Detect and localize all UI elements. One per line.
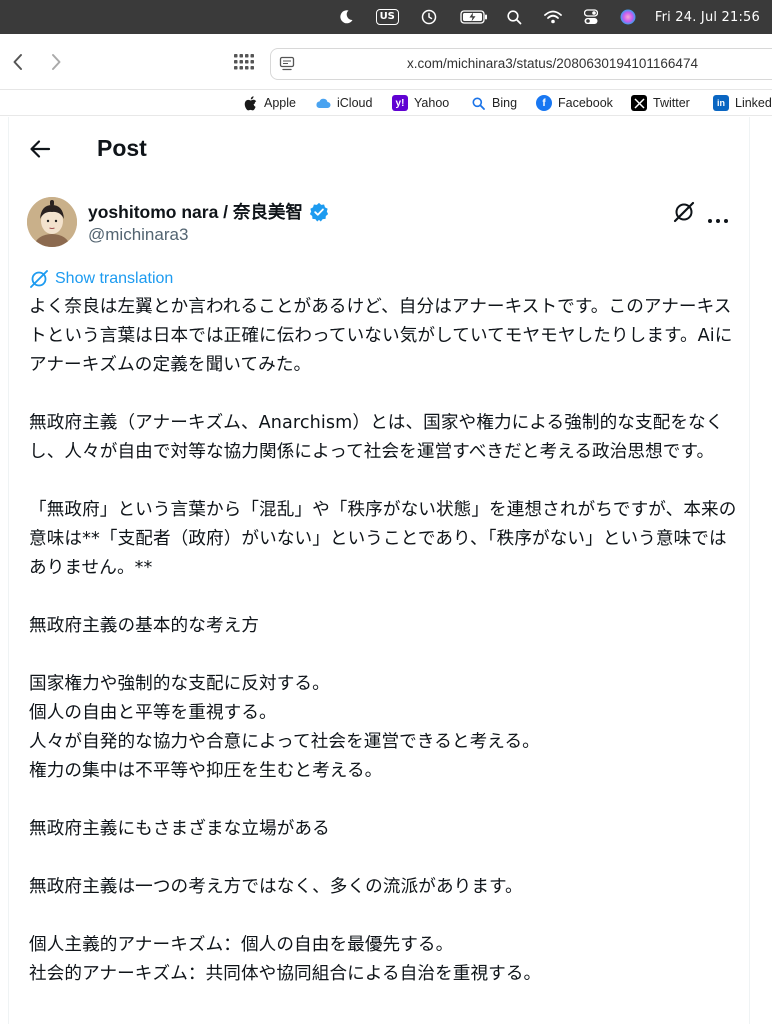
more-dots-icon [708, 219, 728, 223]
bookmarks-bar: Apple iCloud y! Yahoo Bing f Facebook Tw… [0, 90, 772, 116]
bookmark-label: Bing [492, 96, 518, 110]
author-handle[interactable]: @michinara3 [88, 225, 188, 245]
yahoo-icon: y! [392, 95, 408, 111]
bookmark-label: Yahoo [414, 96, 450, 110]
grok-translate-icon [30, 270, 48, 288]
verified-badge-icon[interactable] [309, 202, 329, 222]
tab-overview-button[interactable] [233, 54, 255, 72]
bookmark-label: Twitter [653, 96, 690, 110]
moon-icon[interactable] [336, 0, 356, 34]
browser-back-button[interactable] [8, 50, 28, 74]
macos-menu-bar: US Fri 24. Jul 21:56 [0, 0, 772, 34]
menubar-datetime[interactable]: Fri 24. Jul 21:56 [655, 0, 760, 34]
more-options-button[interactable] [707, 209, 729, 223]
address-bar[interactable]: x.com/michinara3/status/2080630194101166… [270, 48, 772, 80]
post-header: Post [9, 117, 751, 181]
post-body-text: よく奈良は左翼とか言われることがあるけど、自分はアナーキストです。このアナーキス… [29, 297, 737, 984]
grok-icon [673, 201, 695, 223]
url-text: x.com/michinara3/status/2080630194101166… [407, 56, 698, 71]
search-icon[interactable] [507, 0, 523, 34]
author-display-name: yoshitomo nara / 奈良美智 [88, 202, 303, 222]
author-name[interactable]: yoshitomo nara / 奈良美智 [88, 199, 329, 224]
keyboard-layout-indicator[interactable]: US [375, 0, 419, 34]
bookmark-twitter[interactable]: Twitter [631, 93, 690, 113]
bookmark-bing[interactable]: Bing [470, 93, 517, 113]
bookmark-apple[interactable]: Apple [242, 93, 296, 113]
bookmark-label: Apple [264, 96, 296, 110]
grok-button[interactable] [673, 201, 695, 223]
browser-toolbar: x.com/michinara3/status/2080630194101166… [0, 34, 772, 90]
linkedin-icon: in [713, 95, 729, 111]
chevron-left-icon [13, 54, 22, 70]
control-center-icon[interactable] [583, 0, 599, 34]
wifi-icon[interactable] [543, 0, 563, 34]
grid-icon [234, 54, 254, 70]
keyboard-layout-label: US [375, 9, 399, 25]
chevron-right-icon [52, 54, 61, 70]
bookmark-facebook[interactable]: f Facebook [536, 93, 613, 113]
show-translation-label: Show translation [55, 270, 174, 287]
clock-icon[interactable] [419, 0, 439, 34]
browser-forward-button[interactable] [46, 50, 66, 74]
battery-icon[interactable] [459, 0, 489, 34]
show-translation-link[interactable]: Show translation [29, 269, 173, 289]
bing-icon [470, 95, 486, 111]
back-button[interactable] [29, 139, 51, 159]
x-icon [631, 95, 647, 111]
bookmark-label: Facebook [558, 96, 613, 110]
page-title: Post [97, 135, 147, 161]
page-menu-icon [279, 56, 295, 71]
post-page: Post yoshitomo nara / 奈良美智 @michinara3 S… [8, 117, 750, 1024]
icloud-icon [315, 95, 331, 111]
apple-icon [242, 95, 258, 111]
bookmark-yahoo[interactable]: y! Yahoo [392, 93, 449, 113]
arrow-left-icon [30, 140, 51, 158]
siri-icon[interactable] [619, 0, 637, 34]
bookmark-label: iCloud [337, 96, 373, 110]
bookmark-linkedin[interactable]: in Linked [713, 93, 772, 113]
facebook-icon: f [536, 95, 552, 111]
avatar[interactable] [27, 197, 77, 247]
bookmark-icloud[interactable]: iCloud [315, 93, 372, 113]
bookmark-label: Linked [735, 96, 772, 110]
